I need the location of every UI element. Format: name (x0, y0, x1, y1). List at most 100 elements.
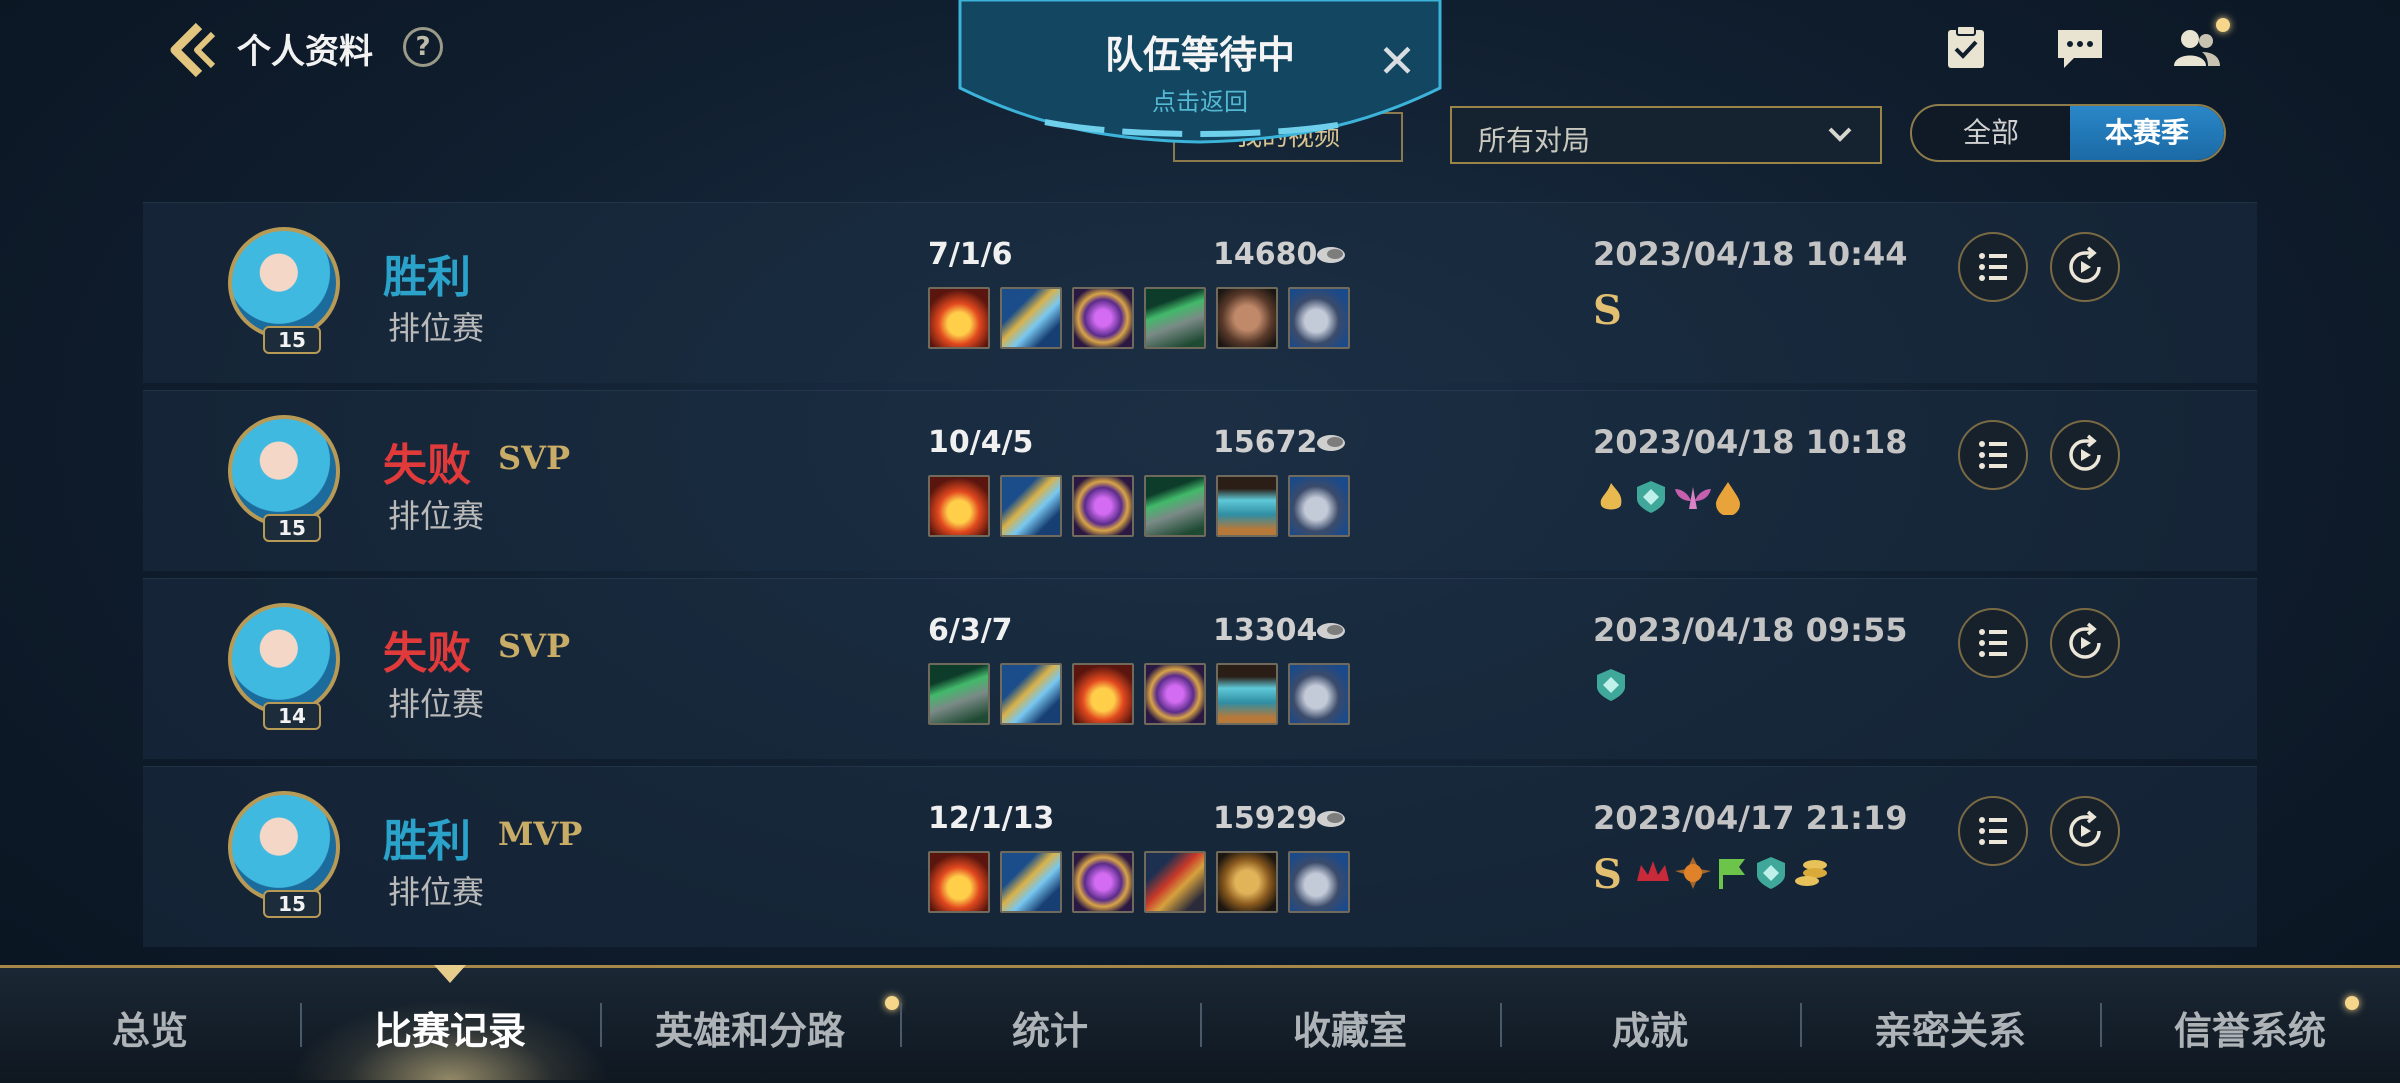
list-icon (1979, 441, 2007, 469)
replay-button[interactable] (2050, 232, 2120, 302)
list-icon (1979, 817, 2007, 845)
nav-divider (1500, 1003, 1502, 1047)
match-detail-button[interactable] (1958, 796, 2028, 866)
match-result: 胜利 (383, 816, 471, 867)
item-armor-icon (928, 663, 990, 725)
help-button[interactable]: ? (403, 27, 443, 67)
match-row[interactable]: 15 失败 SVP 排位赛 10/4/5 15672 2023/04/18 10:18 (143, 390, 2257, 571)
gold-coin-icon (1315, 245, 1347, 265)
replay-icon (2069, 810, 2101, 847)
match-mode: 排位赛 (388, 309, 485, 347)
nav-divider (1800, 1003, 1802, 1047)
item-fire-icon (928, 475, 990, 537)
friends-icon[interactable] (2170, 18, 2230, 74)
nav-tab-5[interactable]: 收藏室 (1200, 1000, 1500, 1060)
replay-icon (2069, 622, 2101, 659)
flame-honor-icon (1593, 479, 1629, 519)
match-type-dropdown[interactable]: 所有对局 (1450, 106, 1882, 164)
match-row[interactable]: 15 胜利 MVP 排位赛 12/1/13 15929 2023/04/17 21:19 S (143, 766, 2257, 947)
item-shield-icon (1216, 663, 1278, 725)
match-mode: 排位赛 (388, 873, 485, 911)
replay-icon (2069, 246, 2101, 283)
kda-score: 12/1/13 (928, 801, 1055, 836)
rating-s: S (1593, 287, 1622, 334)
gold-earned: 15672 (1213, 425, 1318, 460)
replay-icon (2069, 434, 2101, 471)
hero-level-badge: 15 (263, 514, 321, 542)
item-shield-icon (1216, 475, 1278, 537)
kda-score: 7/1/6 (928, 237, 1013, 272)
match-result: 失败 (383, 440, 471, 491)
match-filter-value: 所有对局 (1478, 124, 1591, 157)
queue-title: 队伍等待中 (1104, 33, 1295, 77)
gold-earned: 13304 (1213, 613, 1318, 648)
queue-return-link[interactable]: 点击返回 (955, 82, 1445, 117)
match-result: 胜利 (383, 252, 471, 303)
nav-tab-4[interactable]: 统计 (900, 1000, 1200, 1060)
item-magic-icon (1072, 851, 1134, 913)
hero-level-badge: 15 (263, 890, 321, 918)
match-row[interactable]: 15 胜利 排位赛 7/1/6 14680 2023/04/18 10:44 S (143, 202, 2257, 383)
kda-score: 6/3/7 (928, 613, 1013, 648)
shield-honor-icon (1593, 667, 1629, 707)
match-detail-button[interactable] (1958, 420, 2028, 490)
match-detail-button[interactable] (1958, 608, 2028, 678)
match-date: 2023/04/18 10:18 (1593, 423, 1908, 461)
item-boots-icon (1288, 663, 1350, 725)
crest-honor-icon (1673, 855, 1713, 895)
item-gold-icon (1216, 851, 1278, 913)
chat-icon[interactable] (2054, 22, 2106, 74)
item-fire-icon (1072, 663, 1134, 725)
item-fire-icon (928, 851, 990, 913)
replay-button[interactable] (2050, 796, 2120, 866)
nav-tab-3[interactable]: 英雄和分路 (600, 1000, 900, 1060)
match-mode: 排位赛 (388, 685, 485, 723)
page-title: 个人资料 (237, 32, 373, 72)
season-toggle[interactable]: 全部 本赛季 (1910, 104, 2226, 162)
nav-tab-1[interactable]: 总览 (0, 1000, 300, 1060)
hero-avatar[interactable] (228, 603, 340, 715)
hero-avatar[interactable] (228, 791, 340, 903)
replay-button[interactable] (2050, 420, 2120, 490)
nav-divider (2100, 1003, 2102, 1047)
coins-honor-icon (1793, 855, 1833, 895)
match-date: 2023/04/17 21:19 (1593, 799, 1908, 837)
task-clipboard-icon[interactable] (1940, 22, 1992, 74)
item-armor-icon (1144, 475, 1206, 537)
performance-badge: SVP (498, 439, 570, 477)
item-magic-icon (1144, 663, 1206, 725)
toggle-all[interactable]: 全部 (1912, 106, 2070, 160)
nav-divider (900, 1003, 902, 1047)
close-icon[interactable]: ✕ (1374, 38, 1420, 84)
kda-score: 10/4/5 (928, 425, 1034, 460)
flag-honor-icon (1713, 855, 1749, 895)
nav-tab-6[interactable]: 成就 (1500, 1000, 1800, 1060)
item-spear-icon (1000, 475, 1062, 537)
nav-tab-7[interactable]: 亲密关系 (1800, 1000, 2100, 1060)
item-stone-icon (1216, 287, 1278, 349)
hero-avatar[interactable] (228, 415, 340, 527)
hero-avatar[interactable] (228, 227, 340, 339)
item-spear-icon (1000, 851, 1062, 913)
gold-coin-icon (1315, 433, 1347, 453)
shield-honor-icon (1753, 855, 1789, 895)
gold-coin-icon (1315, 621, 1347, 641)
nav-tab-2[interactable]: 比赛记录 (300, 1000, 600, 1060)
gold-earned: 15929 (1213, 801, 1318, 836)
match-date: 2023/04/18 10:44 (1593, 235, 1908, 273)
chevron-down-icon (1822, 116, 1858, 152)
match-detail-button[interactable] (1958, 232, 2028, 302)
notification-dot (885, 996, 899, 1010)
match-result: 失败 (383, 628, 471, 679)
item-boots-icon (1288, 287, 1350, 349)
gold-coin-icon (1315, 809, 1347, 829)
item-magic-icon (1072, 287, 1134, 349)
toggle-season[interactable]: 本赛季 (2070, 106, 2224, 160)
replay-button[interactable] (2050, 608, 2120, 678)
match-row[interactable]: 14 失败 SVP 排位赛 6/3/7 13304 2023/04/18 09:55 (143, 578, 2257, 759)
drop-honor-icon (1713, 479, 1743, 519)
wings-honor-icon (1673, 479, 1713, 519)
list-icon (1979, 253, 2007, 281)
back-arrow-icon[interactable] (165, 20, 220, 80)
match-date: 2023/04/18 09:55 (1593, 611, 1908, 649)
